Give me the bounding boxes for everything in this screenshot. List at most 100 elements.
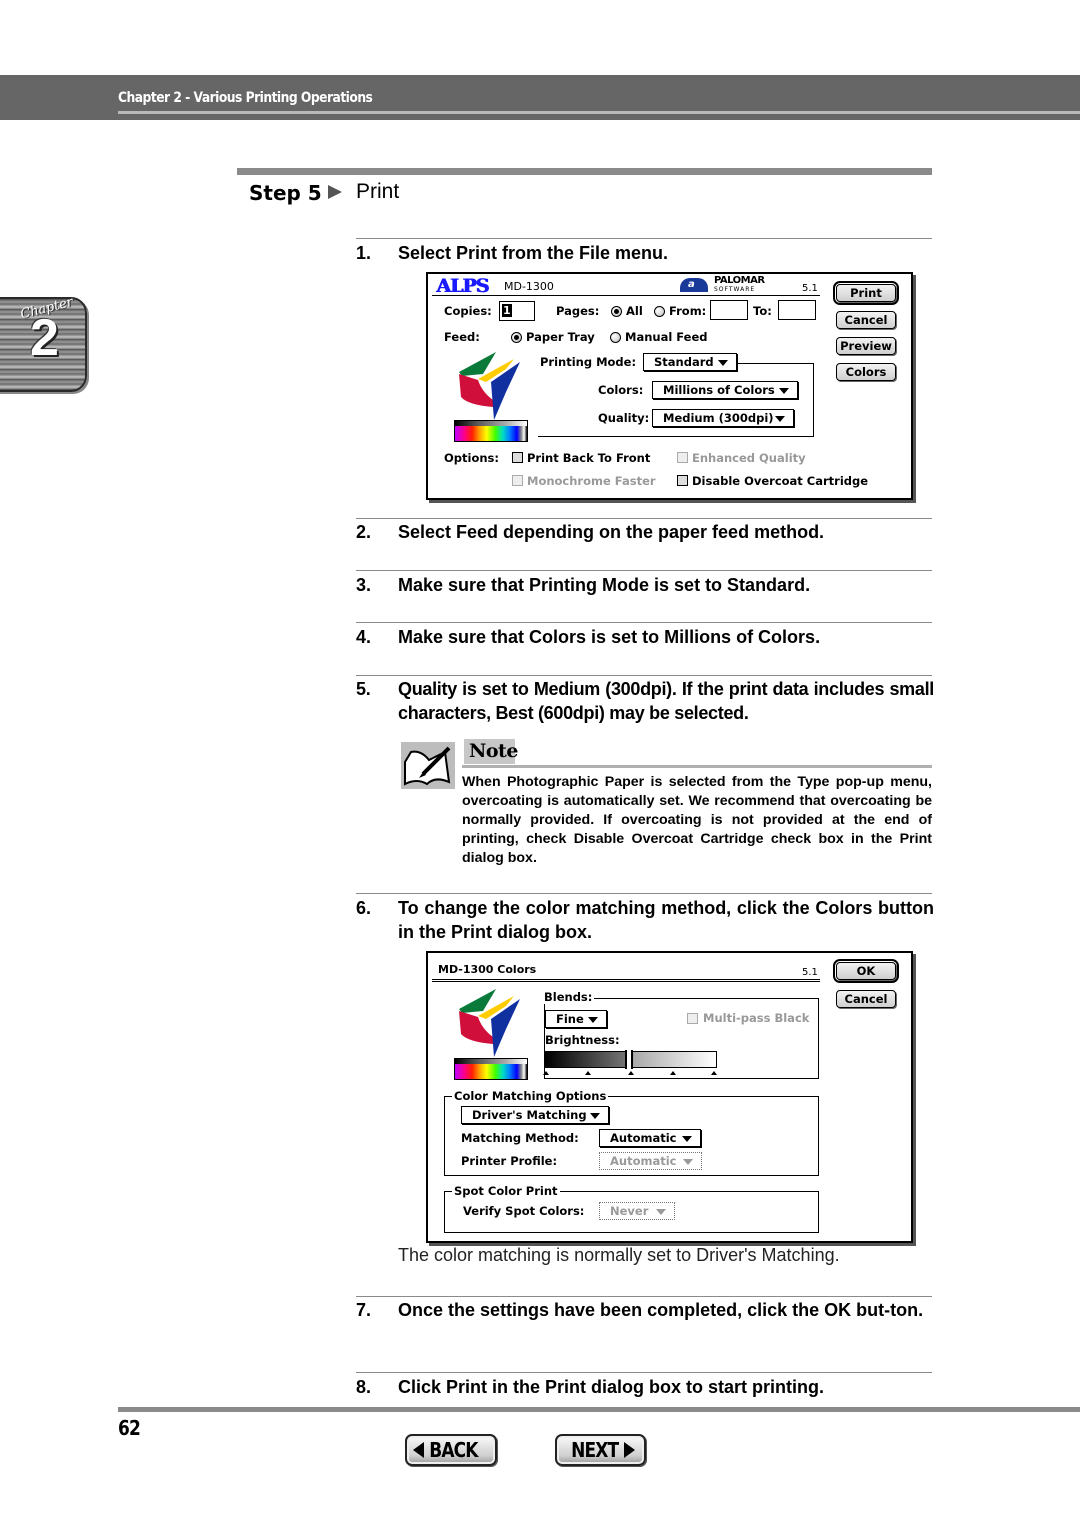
instruction-item: 7. Once the settings have been completed… <box>356 1298 934 1322</box>
disable-overcoat-checkbox[interactable] <box>677 475 688 486</box>
item-number: 3. <box>356 575 372 595</box>
instruction-item: 3. Make sure that Printing Mode is set t… <box>356 573 934 597</box>
back-button[interactable]: BACK <box>405 1434 497 1466</box>
enhanced-quality-checkbox[interactable] <box>677 452 688 463</box>
print-button[interactable]: Print <box>833 281 899 305</box>
feed-manual-radio[interactable] <box>610 332 621 343</box>
disable-overcoat-label: Disable Overcoat Cartridge <box>692 474 869 488</box>
item-divider <box>356 675 932 676</box>
color-matching-group-label: Color Matching Options <box>452 1089 609 1103</box>
pages-to-input[interactable] <box>778 300 816 320</box>
mode-group-top-rule <box>738 363 814 364</box>
item-text: Click Print in the Print dialog box to s… <box>398 1377 825 1397</box>
back-arrow-icon <box>413 1442 424 1458</box>
printer-profile-label: Printer Profile: <box>461 1154 558 1168</box>
pages-all-radio[interactable] <box>611 306 622 317</box>
item-text: Make sure that Colors is set to Millions… <box>398 627 821 647</box>
item-number: 6. <box>356 898 372 918</box>
item-number: 7. <box>356 1300 372 1320</box>
multipass-black-checkbox[interactable] <box>687 1013 698 1024</box>
chapter-tab-number: 2 <box>30 309 59 367</box>
quality-select[interactable]: Medium (300dpi) <box>652 409 794 427</box>
pages-to-label: To: <box>753 304 772 318</box>
colors-dialog: MD-1300 Colors 5.1 OK Cancel Blends: Fin… <box>426 951 913 1243</box>
color-matching-caption: The color matching is normally set to Dr… <box>398 1245 840 1265</box>
feed-paper-tray-radio[interactable] <box>511 332 522 343</box>
step-bar <box>237 168 932 175</box>
multipass-black-label: Multi-pass Black <box>703 1011 810 1025</box>
blends-label: Blends: <box>542 990 595 1004</box>
instruction-item: 6. To change the color matching method, … <box>356 896 934 944</box>
print-back-to-front-label: Print Back To Front <box>527 451 651 465</box>
instruction-item: 8. Click Print in the Print dialog box t… <box>356 1375 934 1399</box>
note-title: Note <box>464 739 518 764</box>
item-divider <box>356 1372 932 1373</box>
pages-all-label: All <box>626 304 643 318</box>
preview-button[interactable]: Preview <box>836 337 896 355</box>
brightness-slider-thumb[interactable] <box>625 1050 633 1069</box>
vendor-subtitle: SOFTWARE <box>714 286 756 293</box>
item-number: 2. <box>356 522 372 542</box>
header-rule <box>118 111 1080 114</box>
pages-from-label: From: <box>669 304 707 318</box>
chevron-down-icon <box>718 360 728 366</box>
monochrome-faster-checkbox[interactable] <box>512 475 523 486</box>
copies-input[interactable]: 1 <box>499 301 535 321</box>
chevron-down-icon <box>588 1017 598 1023</box>
palomar-logo-icon: a <box>680 278 708 292</box>
instruction-item: 2. Select Feed depending on the paper fe… <box>356 520 934 544</box>
pages-from-input[interactable] <box>710 300 748 320</box>
blends-select[interactable]: Fine <box>545 1010 607 1028</box>
feed-manual-label: Manual Feed <box>625 330 708 344</box>
item-divider <box>356 893 932 894</box>
item-divider <box>356 518 932 519</box>
instruction-item: 5. Quality is set to Medium (300dpi). If… <box>356 677 934 725</box>
note-text: When Photographic Paper is selected from… <box>462 774 932 866</box>
instruction-item: 4. Make sure that Colors is set to Milli… <box>356 625 934 649</box>
note-rule <box>462 765 932 768</box>
chevron-down-icon <box>779 388 789 394</box>
item-divider <box>356 622 932 623</box>
brightness-slider[interactable] <box>545 1050 717 1069</box>
enhanced-quality-label: Enhanced Quality <box>692 451 806 465</box>
next-button[interactable]: NEXT <box>555 1434 646 1466</box>
colors-button[interactable]: Colors <box>836 363 896 381</box>
alps-logo: ALPS <box>436 275 489 297</box>
copies-label: Copies: <box>444 304 492 318</box>
color-spectrum-icon <box>454 420 528 442</box>
color-matching-select[interactable]: Driver's Matching <box>461 1106 609 1124</box>
footer-rule <box>118 1407 1080 1412</box>
colors-dialog-title: MD-1300 Colors <box>438 963 537 976</box>
print-back-to-front-checkbox[interactable] <box>512 452 523 463</box>
chevron-down-icon <box>590 1113 600 1119</box>
matching-method-select[interactable]: Automatic <box>599 1129 701 1147</box>
item-number: 1. <box>356 243 372 263</box>
chevron-down-icon <box>656 1209 666 1215</box>
ok-button[interactable]: OK <box>833 959 899 983</box>
item-number: 8. <box>356 1377 372 1397</box>
printer-logo-icon <box>459 989 520 1057</box>
verify-spot-colors-label: Verify Spot Colors: <box>463 1204 585 1218</box>
brightness-label: Brightness: <box>545 1033 620 1047</box>
feed-paper-tray-label: Paper Tray <box>526 330 595 344</box>
printer-profile-select[interactable]: Automatic <box>599 1152 702 1170</box>
vendor-name: PALOMAR <box>714 275 765 286</box>
item-number: 5. <box>356 679 371 699</box>
cancel-button[interactable]: Cancel <box>836 990 896 1008</box>
version-label: 5.1 <box>802 967 818 978</box>
next-arrow-icon <box>624 1442 636 1458</box>
step-arrow-icon <box>328 185 342 199</box>
cancel-button[interactable]: Cancel <box>836 311 896 329</box>
printing-mode-label: Printing Mode: <box>540 355 637 369</box>
chevron-down-icon <box>682 1136 692 1142</box>
printing-mode-select[interactable]: Standard <box>643 353 737 371</box>
pages-from-radio[interactable] <box>654 306 665 317</box>
item-divider <box>356 1296 932 1297</box>
matching-method-label: Matching Method: <box>461 1131 579 1145</box>
item-divider <box>356 238 932 239</box>
spot-color-group-label: Spot Color Print <box>452 1184 560 1198</box>
verify-spot-colors-select[interactable]: Never <box>599 1202 675 1220</box>
chevron-down-icon <box>683 1159 693 1165</box>
options-label: Options: <box>444 451 499 465</box>
colors-select[interactable]: Millions of Colors <box>652 381 798 399</box>
